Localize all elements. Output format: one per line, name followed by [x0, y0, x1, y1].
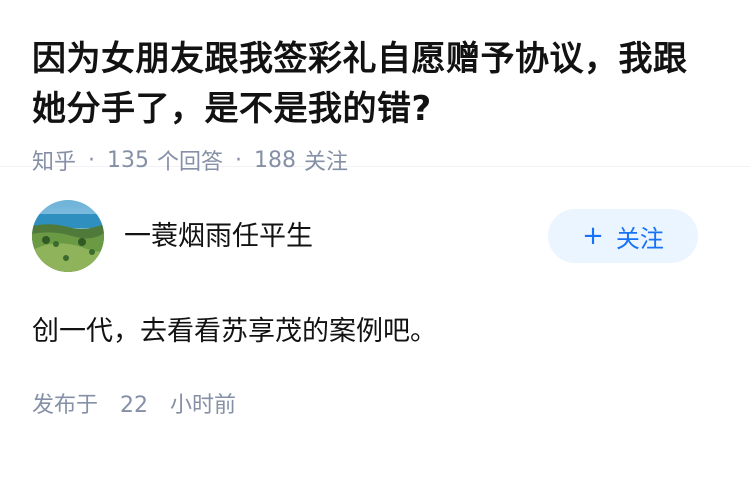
post-time: 发布于 22 小时前 — [32, 387, 718, 419]
follow-button[interactable]: + 关注 — [548, 209, 698, 263]
answer-card: 一蓑烟雨任平生 + 关注 创一代，去看看苏享茂的案例吧。 发布于 22 小时前 — [0, 167, 750, 419]
avatar-landscape-image — [32, 200, 104, 272]
question-title[interactable]: 因为女朋友跟我签彩礼自愿赠予协议，我跟她分手了，是不是我的错? — [32, 34, 718, 134]
question-header: 因为女朋友跟我签彩礼自愿赠予协议，我跟她分手了，是不是我的错? 知乎 · 135… — [0, 0, 750, 175]
posted-label: 发布于 — [32, 393, 99, 418]
author-name[interactable]: 一蓑烟雨任平生 — [124, 214, 313, 253]
answer-content[interactable]: 创一代，去看看苏享茂的案例吧。 — [32, 312, 718, 352]
posted-value: 22 — [120, 393, 149, 418]
follow-button-label: 关注 — [615, 224, 664, 253]
avatar[interactable] — [32, 200, 104, 272]
posted-unit: 小时前 — [170, 393, 237, 418]
plus-icon: + — [582, 221, 604, 251]
